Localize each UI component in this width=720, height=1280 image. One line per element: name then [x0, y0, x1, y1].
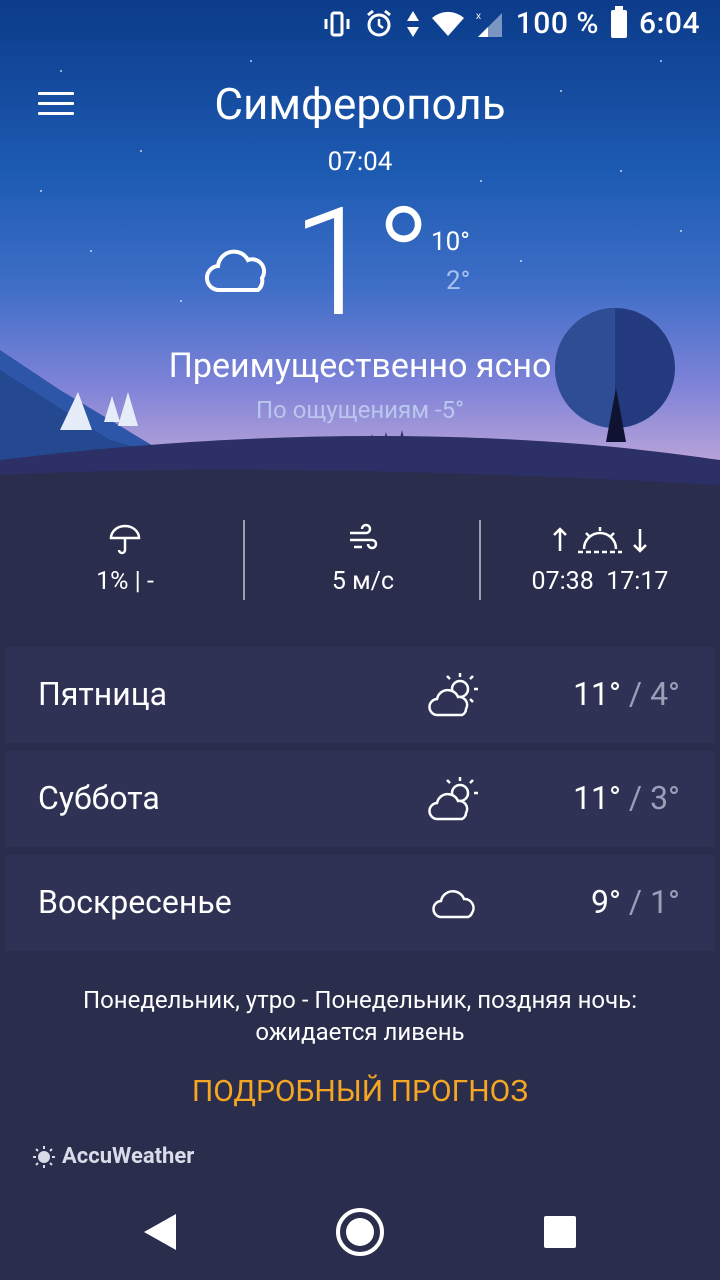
umbrella-icon — [109, 524, 141, 555]
hero-panel: x 100 % 6:04 Симферополь 07:04 1° 10° 2°… — [0, 0, 720, 495]
today-high: 10° — [431, 227, 470, 257]
battery-percent: 100 % — [515, 6, 599, 41]
wind-value: 5 м/с — [331, 567, 395, 596]
day-low: 1° — [650, 883, 680, 921]
note-line-1: Понедельник, утро - Понедельник, поздняя… — [82, 986, 638, 1014]
day-name: Суббота — [38, 779, 160, 817]
day-high: 11° — [573, 675, 621, 713]
sun-cloud-icon — [428, 777, 478, 821]
cloud-icon — [432, 890, 475, 919]
svg-text:x: x — [476, 11, 481, 22]
day-temps: 11° / 3° — [573, 779, 680, 817]
home-button[interactable] — [336, 1208, 384, 1256]
temp-separator: / — [628, 675, 643, 713]
vibrate-icon — [324, 11, 350, 36]
data-transfer-icon — [406, 10, 419, 37]
recent-apps-button[interactable] — [544, 1216, 576, 1248]
day-low: 3° — [650, 779, 680, 817]
condition-text: Преимущественно ясно — [168, 346, 552, 386]
forecast-row-friday[interactable]: Пятница 11° / 4° — [6, 647, 714, 743]
wind-stat: 5 м/с — [278, 523, 448, 596]
day-name: Пятница — [38, 675, 168, 713]
weather-alert-note: Понедельник, утро - Понедельник, поздняя… — [0, 984, 720, 1049]
alarm-icon — [366, 9, 391, 36]
feels-like-text: По ощущениям -5° — [255, 396, 465, 424]
system-nav-bar — [0, 1182, 720, 1280]
today-low: 2° — [446, 266, 471, 296]
forecast-row-sunday[interactable]: Воскресенье 9° / 1° — [6, 855, 714, 951]
sunset-time: 17:17 — [606, 567, 669, 596]
day-name: Воскресенье — [38, 883, 232, 921]
sunrise-sunset-icon — [553, 527, 647, 554]
stats-divider — [479, 520, 481, 600]
day-temps: 9° / 1° — [591, 883, 680, 921]
signal-icon: x — [476, 11, 502, 37]
forecast-row-saturday[interactable]: Суббота 11° / 3° — [6, 751, 714, 847]
wifi-icon — [431, 11, 464, 36]
temp-separator: / — [628, 779, 643, 817]
detailed-forecast-link[interactable]: ПОДРОБНЫЙ ПРОГНОЗ — [0, 1074, 720, 1109]
battery-icon — [610, 5, 627, 38]
day-temps: 11° / 4° — [573, 675, 680, 713]
clock: 6:04 — [638, 6, 700, 41]
day-high: 11° — [573, 779, 621, 817]
stats-divider — [243, 520, 245, 600]
brand-name: AccuWeather — [62, 1144, 195, 1169]
sunrise-time: 07:38 — [531, 567, 594, 596]
day-low: 4° — [650, 675, 680, 713]
cloud-moon-icon — [205, 238, 270, 293]
city-title[interactable]: Симферополь — [0, 78, 720, 130]
current-temperature: 1° — [292, 175, 432, 351]
day-high: 9° — [591, 883, 621, 921]
precipitation-value: 1% | - — [96, 567, 154, 596]
sun-logo-icon — [33, 1145, 55, 1168]
precipitation-stat: 1% | - — [40, 523, 210, 596]
sun-stat: 07:38 17:17 — [500, 523, 700, 596]
temp-separator: / — [628, 883, 643, 921]
note-line-2: ожидается ливень — [255, 1018, 465, 1047]
local-time: 07:04 — [327, 147, 393, 177]
wind-icon — [350, 523, 378, 550]
stats-bar: 1% | - 5 м/с 07:38 17:17 — [0, 495, 720, 630]
sun-cloud-icon — [428, 673, 478, 717]
accuweather-logo[interactable]: AccuWeather — [32, 1144, 194, 1169]
status-bar: x 100 % 6:04 — [0, 0, 720, 48]
back-icon[interactable] — [140, 1212, 180, 1252]
